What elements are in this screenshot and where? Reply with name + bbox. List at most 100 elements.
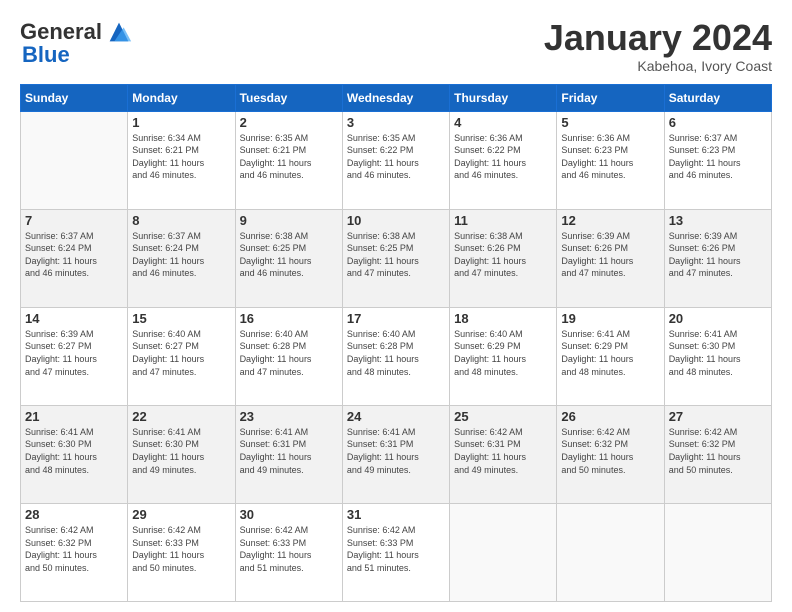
calendar-cell: 20 Sunrise: 6:41 AMSunset: 6:30 PMDayligh… [664,307,771,405]
day-number: 23 [240,409,338,424]
calendar-week-row: 14 Sunrise: 6:39 AMSunset: 6:27 PMDayligh… [21,307,772,405]
day-info: Sunrise: 6:42 AMSunset: 6:33 PMDaylight:… [240,524,338,574]
calendar-cell: 5 Sunrise: 6:36 AMSunset: 6:23 PMDaylight… [557,111,664,209]
day-info: Sunrise: 6:42 AMSunset: 6:31 PMDaylight:… [454,426,552,476]
logo-icon [105,18,133,46]
logo-blue-text: Blue [22,42,70,68]
day-info: Sunrise: 6:41 AMSunset: 6:30 PMDaylight:… [25,426,123,476]
calendar-table: SundayMondayTuesdayWednesdayThursdayFrid… [20,84,772,602]
day-info: Sunrise: 6:41 AMSunset: 6:30 PMDaylight:… [132,426,230,476]
calendar-cell: 27 Sunrise: 6:42 AMSunset: 6:32 PMDayligh… [664,405,771,503]
calendar-cell [21,111,128,209]
day-info: Sunrise: 6:36 AMSunset: 6:23 PMDaylight:… [561,132,659,182]
day-info: Sunrise: 6:39 AMSunset: 6:26 PMDaylight:… [669,230,767,280]
header: General Blue January 2024 Kabehoa, Ivory… [20,18,772,74]
calendar-week-row: 1 Sunrise: 6:34 AMSunset: 6:21 PMDaylight… [21,111,772,209]
day-info: Sunrise: 6:42 AMSunset: 6:32 PMDaylight:… [25,524,123,574]
day-info: Sunrise: 6:40 AMSunset: 6:28 PMDaylight:… [240,328,338,378]
day-info: Sunrise: 6:41 AMSunset: 6:31 PMDaylight:… [240,426,338,476]
day-info: Sunrise: 6:35 AMSunset: 6:22 PMDaylight:… [347,132,445,182]
day-number: 15 [132,311,230,326]
day-number: 18 [454,311,552,326]
calendar-cell: 16Sunrise: 6:40 AMSunset: 6:28 PMDayligh… [235,307,342,405]
weekday-header-friday: Friday [557,84,664,111]
day-info: Sunrise: 6:40 AMSunset: 6:28 PMDaylight:… [347,328,445,378]
calendar-cell: 18 Sunrise: 6:40 AMSunset: 6:29 PMDayligh… [450,307,557,405]
day-info: Sunrise: 6:42 AMSunset: 6:32 PMDaylight:… [561,426,659,476]
calendar-week-row: 21 Sunrise: 6:41 AMSunset: 6:30 PMDayligh… [21,405,772,503]
calendar-cell: 14 Sunrise: 6:39 AMSunset: 6:27 PMDayligh… [21,307,128,405]
day-info: Sunrise: 6:41 AMSunset: 6:31 PMDaylight:… [347,426,445,476]
day-info: Sunrise: 6:42 AMSunset: 6:32 PMDaylight:… [669,426,767,476]
weekday-header-sunday: Sunday [21,84,128,111]
day-info: Sunrise: 6:37 AMSunset: 6:24 PMDaylight:… [25,230,123,280]
day-number: 31 [347,507,445,522]
calendar-cell: 4Sunrise: 6:36 AMSunset: 6:22 PMDaylight… [450,111,557,209]
day-info: Sunrise: 6:34 AMSunset: 6:21 PMDaylight:… [132,132,230,182]
day-info: Sunrise: 6:39 AMSunset: 6:27 PMDaylight:… [25,328,123,378]
day-number: 1 [132,115,230,130]
day-number: 13 [669,213,767,228]
day-info: Sunrise: 6:41 AMSunset: 6:29 PMDaylight:… [561,328,659,378]
calendar-cell [664,503,771,601]
day-info: Sunrise: 6:40 AMSunset: 6:29 PMDaylight:… [454,328,552,378]
calendar-cell: 19 Sunrise: 6:41 AMSunset: 6:29 PMDayligh… [557,307,664,405]
weekday-header-monday: Monday [128,84,235,111]
day-number: 30 [240,507,338,522]
day-number: 29 [132,507,230,522]
title-section: January 2024 Kabehoa, Ivory Coast [544,18,772,74]
weekday-header-row: SundayMondayTuesdayWednesdayThursdayFrid… [21,84,772,111]
calendar-cell [450,503,557,601]
day-info: Sunrise: 6:35 AMSunset: 6:21 PMDaylight:… [240,132,338,182]
day-number: 5 [561,115,659,130]
location-subtitle: Kabehoa, Ivory Coast [544,58,772,74]
calendar-cell: 9Sunrise: 6:38 AMSunset: 6:25 PMDaylight… [235,209,342,307]
calendar-cell: 3 Sunrise: 6:35 AMSunset: 6:22 PMDaylight… [342,111,449,209]
calendar-cell: 29 Sunrise: 6:42 AMSunset: 6:33 PMDayligh… [128,503,235,601]
day-number: 22 [132,409,230,424]
calendar-week-row: 28Sunrise: 6:42 AMSunset: 6:32 PMDayligh… [21,503,772,601]
day-number: 25 [454,409,552,424]
day-number: 3 [347,115,445,130]
day-info: Sunrise: 6:38 AMSunset: 6:26 PMDaylight:… [454,230,552,280]
calendar-cell: 8Sunrise: 6:37 AMSunset: 6:24 PMDaylight… [128,209,235,307]
calendar-cell: 21 Sunrise: 6:41 AMSunset: 6:30 PMDayligh… [21,405,128,503]
page: General Blue January 2024 Kabehoa, Ivory… [0,0,792,612]
day-number: 27 [669,409,767,424]
day-info: Sunrise: 6:42 AMSunset: 6:33 PMDaylight:… [132,524,230,574]
calendar-cell: 12 Sunrise: 6:39 AMSunset: 6:26 PMDayligh… [557,209,664,307]
calendar-cell: 2 Sunrise: 6:35 AMSunset: 6:21 PMDaylight… [235,111,342,209]
calendar-cell: 17 Sunrise: 6:40 AMSunset: 6:28 PMDayligh… [342,307,449,405]
day-number: 19 [561,311,659,326]
calendar-week-row: 7Sunrise: 6:37 AMSunset: 6:24 PMDaylight… [21,209,772,307]
weekday-header-wednesday: Wednesday [342,84,449,111]
day-number: 21 [25,409,123,424]
day-info: Sunrise: 6:38 AMSunset: 6:25 PMDaylight:… [347,230,445,280]
calendar-cell: 11Sunrise: 6:38 AMSunset: 6:26 PMDayligh… [450,209,557,307]
day-number: 2 [240,115,338,130]
calendar-cell: 6Sunrise: 6:37 AMSunset: 6:23 PMDaylight… [664,111,771,209]
calendar-cell: 22 Sunrise: 6:41 AMSunset: 6:30 PMDayligh… [128,405,235,503]
calendar-cell: 26Sunrise: 6:42 AMSunset: 6:32 PMDayligh… [557,405,664,503]
calendar-cell: 23 Sunrise: 6:41 AMSunset: 6:31 PMDayligh… [235,405,342,503]
day-number: 14 [25,311,123,326]
day-number: 17 [347,311,445,326]
day-number: 20 [669,311,767,326]
day-info: Sunrise: 6:41 AMSunset: 6:30 PMDaylight:… [669,328,767,378]
day-info: Sunrise: 6:37 AMSunset: 6:24 PMDaylight:… [132,230,230,280]
calendar-cell: 7Sunrise: 6:37 AMSunset: 6:24 PMDaylight… [21,209,128,307]
day-info: Sunrise: 6:42 AMSunset: 6:33 PMDaylight:… [347,524,445,574]
day-info: Sunrise: 6:37 AMSunset: 6:23 PMDaylight:… [669,132,767,182]
calendar-cell: 28Sunrise: 6:42 AMSunset: 6:32 PMDayligh… [21,503,128,601]
calendar-cell: 1 Sunrise: 6:34 AMSunset: 6:21 PMDaylight… [128,111,235,209]
calendar-cell: 13 Sunrise: 6:39 AMSunset: 6:26 PMDayligh… [664,209,771,307]
day-number: 12 [561,213,659,228]
day-info: Sunrise: 6:38 AMSunset: 6:25 PMDaylight:… [240,230,338,280]
day-info: Sunrise: 6:39 AMSunset: 6:26 PMDaylight:… [561,230,659,280]
day-info: Sunrise: 6:40 AMSunset: 6:27 PMDaylight:… [132,328,230,378]
calendar-cell [557,503,664,601]
calendar-cell: 10 Sunrise: 6:38 AMSunset: 6:25 PMDayligh… [342,209,449,307]
calendar-cell: 24Sunrise: 6:41 AMSunset: 6:31 PMDayligh… [342,405,449,503]
day-number: 4 [454,115,552,130]
day-number: 10 [347,213,445,228]
